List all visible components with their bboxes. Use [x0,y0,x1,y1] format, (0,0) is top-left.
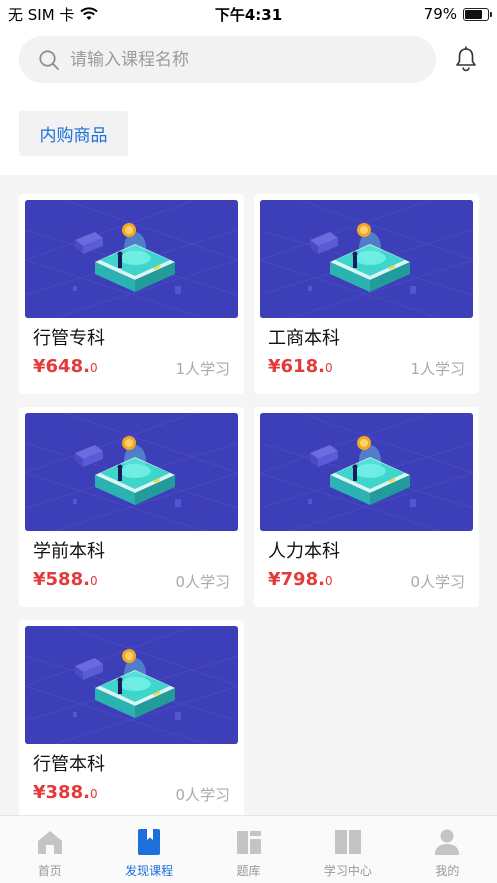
battery-icon [463,7,492,21]
bookmark-book-icon [138,829,161,855]
learner-count: 0人学习 [410,573,465,591]
course-thumbnail [25,626,238,744]
course-thumbnail [260,200,473,318]
category-tag-in-app-purchase[interactable]: 内购商品 [19,111,128,156]
learner-count: 0人学习 [175,573,230,591]
learner-count: 0人学习 [175,786,230,804]
search-input[interactable] [70,49,390,70]
person-icon [435,829,460,855]
price-main: ¥588. [33,569,90,590]
question-bank-icon [236,831,261,854]
course-illustration [25,413,238,531]
tab-learning-center[interactable]: 学习中心 [298,816,397,883]
tab-home[interactable]: 首页 [0,816,99,883]
price-decimal: 0 [89,574,98,588]
course-card[interactable]: 行管本科 ¥388.0 0人学习 [19,620,244,820]
price-main: ¥618. [268,356,325,377]
status-bar: 无 SIM 卡 下午4:31 79% [0,0,497,28]
learner-count: 1人学习 [175,360,230,378]
price-decimal: 0 [324,574,333,588]
course-illustration [25,626,238,744]
price-main: ¥388. [33,782,90,803]
battery-percent: 79% [423,5,457,23]
status-left: 无 SIM 卡 [8,4,99,25]
price-decimal: 0 [89,787,98,801]
course-price: ¥388.0 [33,782,98,803]
search-row [0,34,497,86]
tab-profile[interactable]: 我的 [398,816,497,883]
course-name: 行管本科 [33,754,105,775]
carrier-label: 无 SIM 卡 [8,5,75,24]
course-thumbnail [260,413,473,531]
price-main: ¥648. [33,356,90,377]
course-name: 人力本科 [268,541,340,562]
course-card[interactable]: 人力本科 ¥798.0 0人学习 [254,407,479,607]
tab-label: 我的 [435,864,460,878]
price-main: ¥798. [268,569,325,590]
bottom-tab-bar: 首页 发现课程 题库 学习中心 我的 [0,815,497,883]
course-illustration [260,413,473,531]
course-thumbnail [25,200,238,318]
tab-label: 学习中心 [323,864,372,878]
course-price: ¥618.0 [268,356,333,377]
course-price: ¥588.0 [33,569,98,590]
course-price: ¥798.0 [268,569,333,590]
tab-label: 首页 [37,864,62,878]
tab-label: 题库 [236,864,261,878]
bell-icon[interactable] [452,45,480,73]
home-icon [37,831,62,854]
course-card[interactable]: 行管专科 ¥648.0 1人学习 [19,194,244,394]
course-name: 学前本科 [33,541,105,562]
tab-discover-courses[interactable]: 发现课程 [99,816,198,883]
learner-count: 1人学习 [410,360,465,378]
course-price: ¥648.0 [33,356,98,377]
course-illustration [260,200,473,318]
search-box[interactable] [19,36,436,83]
course-illustration [25,200,238,318]
price-decimal: 0 [89,361,98,375]
battery-fill [465,9,483,19]
wifi-icon [80,7,99,20]
price-decimal: 0 [324,361,333,375]
search-icon [39,49,59,70]
open-book-icon [334,830,361,854]
course-name: 工商本科 [268,328,340,349]
course-card[interactable]: 学前本科 ¥588.0 0人学习 [19,407,244,607]
course-thumbnail [25,413,238,531]
status-right: 79% [423,5,492,23]
course-name: 行管专科 [33,328,105,349]
course-card[interactable]: 工商本科 ¥618.0 1人学习 [254,194,479,394]
tab-question-bank[interactable]: 题库 [199,816,298,883]
tab-label: 发现课程 [125,864,174,878]
